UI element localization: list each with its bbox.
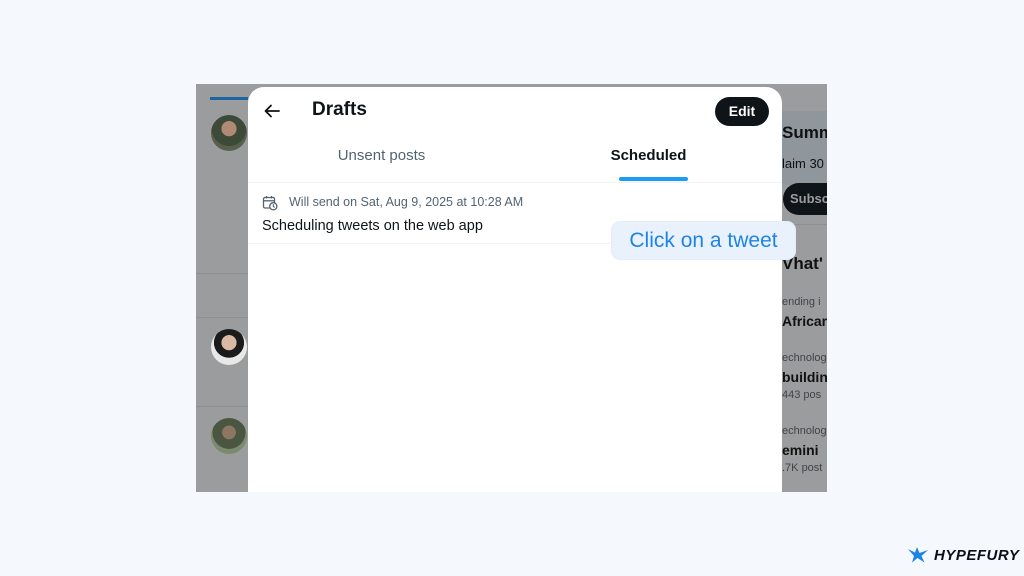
- modal-header: Drafts Edit: [248, 87, 782, 134]
- trend-count: 443 pos: [782, 389, 822, 401]
- tutorial-callout: Click on a tweet: [612, 222, 795, 259]
- subscribe-button[interactable]: Subsc: [783, 183, 827, 215]
- trend-category: ending i: [782, 296, 821, 308]
- trend-name[interactable]: Africar: [782, 313, 827, 329]
- divider: [196, 273, 248, 274]
- brand-logo: HYPEFURY: [907, 543, 1019, 567]
- schedule-time-text: Will send on Sat, Aug 9, 2025 at 10:28 A…: [289, 195, 524, 209]
- trend-count: .7K post: [782, 462, 823, 474]
- premium-card-text: laim 30: [782, 156, 824, 171]
- page-title: Drafts: [312, 99, 367, 120]
- trend-category: echnolog: [782, 352, 827, 364]
- premium-card-title: Summ: [782, 123, 827, 142]
- tab-unsent-posts[interactable]: Unsent posts: [248, 134, 515, 182]
- avatar[interactable]: [211, 329, 247, 365]
- twitter-screenshot: Summ laim 30 Subsc Vhat' ending i Africa…: [196, 84, 827, 492]
- tab-label: Scheduled: [610, 147, 687, 164]
- timeline-tab-indicator: [210, 97, 248, 100]
- divider: [196, 406, 248, 407]
- trend-name[interactable]: buildin: [782, 369, 827, 385]
- drafts-modal: Drafts Edit Unsent posts Scheduled Will …: [248, 87, 782, 492]
- calendar-clock-icon: [262, 195, 278, 211]
- timeline-column: [196, 84, 248, 492]
- trend-name[interactable]: emini: [782, 442, 819, 458]
- hypefury-logo-icon: [907, 546, 929, 564]
- tweet-text: Scheduling tweets on the web app: [262, 218, 483, 234]
- brand-name: HYPEFURY: [934, 546, 1020, 564]
- drafts-tabs: Unsent posts Scheduled: [248, 134, 782, 183]
- edit-button[interactable]: Edit: [715, 97, 769, 126]
- trend-category: echnolog: [782, 425, 827, 437]
- right-sidebar: Summ laim 30 Subsc Vhat' ending i Africa…: [782, 84, 827, 492]
- avatar[interactable]: [211, 418, 247, 454]
- divider: [196, 317, 248, 318]
- avatar[interactable]: [211, 115, 247, 151]
- tab-scheduled[interactable]: Scheduled: [515, 134, 782, 182]
- arrow-left-icon[interactable]: [262, 101, 282, 121]
- active-tab-indicator: [619, 177, 688, 181]
